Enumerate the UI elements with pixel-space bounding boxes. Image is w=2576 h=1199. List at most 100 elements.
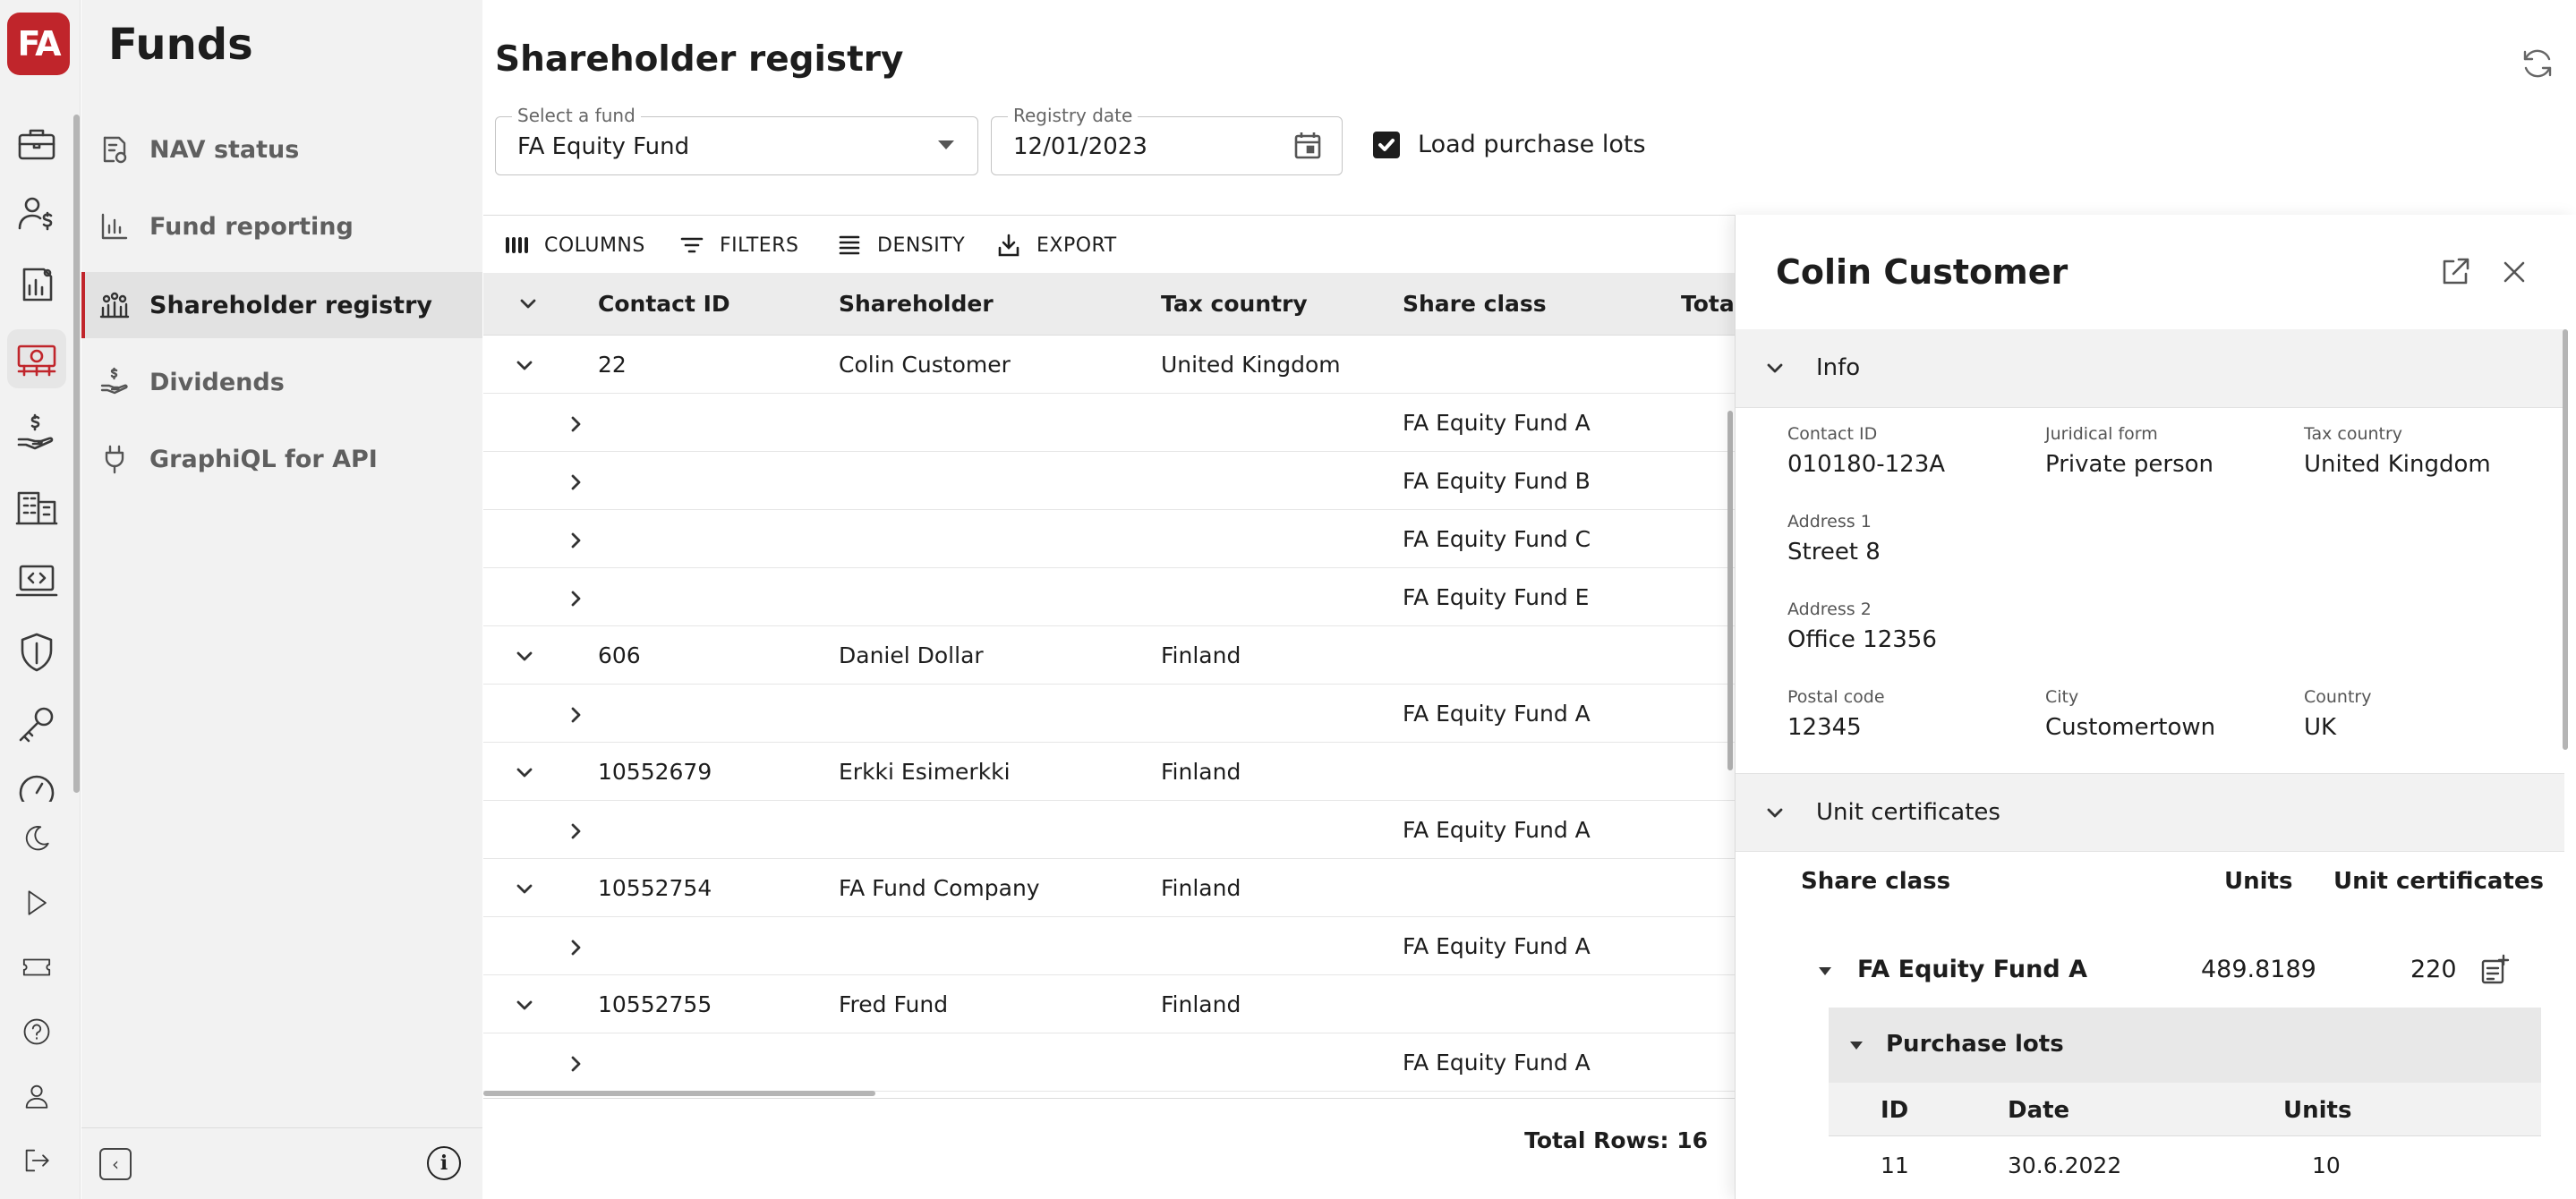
close-icon[interactable]: [2498, 256, 2530, 288]
fa-logo[interactable]: FA: [7, 13, 70, 75]
caret-down-icon[interactable]: [1819, 967, 1831, 975]
chevron-down-icon[interactable]: [1762, 801, 1787, 826]
gauge-icon[interactable]: [7, 766, 66, 802]
uc-col-certificates: Unit certificates: [2333, 868, 2544, 895]
load-purchase-lots-label[interactable]: Load purchase lots: [1418, 131, 1646, 158]
rail-scrollbar[interactable]: [73, 115, 80, 793]
table-row[interactable]: FA Equity Fund B: [483, 452, 1735, 510]
funds-icon[interactable]: [7, 329, 66, 388]
add-certificate-icon[interactable]: [2478, 954, 2511, 986]
collapse-sidebar-icon[interactable]: ‹: [99, 1148, 132, 1180]
grid-horizontal-scrollbar[interactable]: [483, 1091, 875, 1096]
report-icon[interactable]: [7, 254, 66, 313]
purchase-lots-label: Purchase lots: [1886, 1031, 2064, 1058]
download-icon: [998, 234, 1019, 257]
briefcase-icon[interactable]: [7, 115, 66, 174]
table-row[interactable]: FA Equity Fund A: [483, 394, 1735, 452]
info-section-header[interactable]: Info: [1736, 329, 2564, 408]
chevron-right-icon[interactable]: [564, 1051, 589, 1076]
table-row[interactable]: FA Equity Fund A: [483, 801, 1735, 859]
chevron-down-icon[interactable]: [512, 353, 537, 378]
table-row[interactable]: 606 Daniel Dollar Finland: [483, 626, 1735, 685]
table-row[interactable]: 10552755 Fred Fund Finland: [483, 975, 1735, 1033]
table-row[interactable]: 10552754 FA Fund Company Finland: [483, 859, 1735, 917]
grid-vertical-scrollbar[interactable]: [1727, 411, 1733, 770]
table-row[interactable]: FA Equity Fund E: [483, 568, 1735, 626]
help-icon[interactable]: [7, 1002, 66, 1061]
cell-share-class: FA Equity Fund B: [1403, 468, 1591, 494]
logout-icon[interactable]: [7, 1131, 66, 1190]
chevron-down-icon[interactable]: [1762, 356, 1787, 381]
calendar-icon[interactable]: [1292, 130, 1324, 162]
table-row[interactable]: FA Equity Fund A: [483, 1033, 1735, 1092]
nav-item-graphiql[interactable]: GraphiQL for API: [81, 426, 482, 492]
nav-item-shareholder-registry[interactable]: Shareholder registry: [81, 272, 482, 338]
cell-tax-country: Finland: [1161, 759, 1241, 785]
chevron-down-icon[interactable]: [512, 761, 537, 786]
purchase-lots-header[interactable]: Purchase lots: [1829, 1008, 2541, 1083]
caret-down-icon[interactable]: [1850, 1042, 1863, 1050]
grid-toolbar: COLUMNS FILTERS DENSITY EXPORT: [483, 216, 1735, 273]
columns-button[interactable]: COLUMNS: [503, 230, 645, 260]
chevron-down-icon[interactable]: [512, 877, 537, 902]
info-icon[interactable]: i: [427, 1146, 461, 1180]
chevron-right-icon[interactable]: [564, 528, 589, 553]
registry-icon: [99, 292, 130, 319]
chevron-down-icon[interactable]: [512, 644, 537, 669]
drawer-scrollbar[interactable]: [2563, 329, 2568, 750]
table-row[interactable]: FA Equity Fund C: [483, 510, 1735, 568]
table-row[interactable]: 10552679 Erkki Esimerkki Finland: [483, 743, 1735, 801]
col-contact-id[interactable]: Contact ID: [598, 291, 730, 317]
code-screen-icon[interactable]: [7, 551, 66, 610]
payment-hand-icon[interactable]: [7, 404, 66, 463]
col-total[interactable]: Total: [1681, 291, 1735, 317]
chevron-right-icon[interactable]: [564, 586, 589, 611]
chart-icon: [101, 213, 128, 240]
user-icon[interactable]: [7, 1067, 66, 1126]
chevron-right-icon[interactable]: [564, 470, 589, 495]
load-purchase-lots-checkbox[interactable]: [1373, 132, 1400, 158]
contact-money-icon[interactable]: [7, 184, 66, 243]
city-value: Customertown: [2045, 714, 2216, 741]
nav-item-label: Fund reporting: [149, 212, 354, 241]
open-in-new-icon[interactable]: [2439, 256, 2471, 288]
refresh-icon[interactable]: [2519, 45, 2556, 82]
nav-item-dividends[interactable]: Dividends: [81, 349, 482, 415]
chevron-right-icon[interactable]: [564, 702, 589, 727]
chevron-right-icon[interactable]: [564, 819, 589, 844]
chevron-right-icon[interactable]: [564, 412, 589, 437]
address1-value: Street 8: [1787, 539, 1881, 565]
cell-share-class: FA Equity Fund E: [1403, 584, 1590, 610]
key-icon[interactable]: [7, 694, 66, 753]
tax-country-value: United Kingdom: [2304, 451, 2491, 478]
building-icon[interactable]: [7, 478, 66, 537]
chevron-down-icon[interactable]: [512, 993, 537, 1018]
filters-button[interactable]: FILTERS: [678, 230, 798, 260]
nav-footer: ‹ i: [81, 1127, 482, 1199]
registry-date-value[interactable]: 12/01/2023: [1013, 133, 1147, 160]
shield-icon[interactable]: [7, 623, 66, 682]
nav-item-label: NAV status: [149, 135, 300, 164]
nav-item-fund-reporting[interactable]: Fund reporting: [81, 193, 482, 259]
chevron-right-icon[interactable]: [564, 935, 589, 960]
fund-select[interactable]: Select a fund FA Equity Fund: [495, 105, 978, 175]
chevron-down-icon[interactable]: [938, 140, 954, 149]
density-button[interactable]: DENSITY: [836, 230, 965, 260]
export-button[interactable]: EXPORT: [995, 230, 1117, 260]
ticket-icon[interactable]: [7, 938, 66, 997]
nav-item-nav-status[interactable]: NAV status: [81, 116, 482, 183]
uc-col-share-class: Share class: [1801, 868, 1951, 895]
cell-contact-id: 10552754: [598, 875, 712, 901]
unit-certificates-header[interactable]: Unit certificates: [1736, 773, 2564, 852]
table-row[interactable]: FA Equity Fund A: [483, 685, 1735, 743]
registry-date-field[interactable]: Registry date 12/01/2023: [991, 105, 1343, 175]
table-row[interactable]: 22 Colin Customer United Kingdom: [483, 336, 1735, 394]
moon-icon[interactable]: [7, 809, 66, 868]
address2-value: Office 12356: [1787, 626, 1937, 653]
table-row[interactable]: FA Equity Fund A: [483, 917, 1735, 975]
play-icon[interactable]: [7, 873, 66, 932]
col-shareholder[interactable]: Shareholder: [839, 291, 994, 317]
collapse-all-icon[interactable]: [516, 292, 541, 317]
col-tax-country[interactable]: Tax country: [1161, 291, 1308, 317]
col-share-class[interactable]: Share class: [1403, 291, 1547, 317]
